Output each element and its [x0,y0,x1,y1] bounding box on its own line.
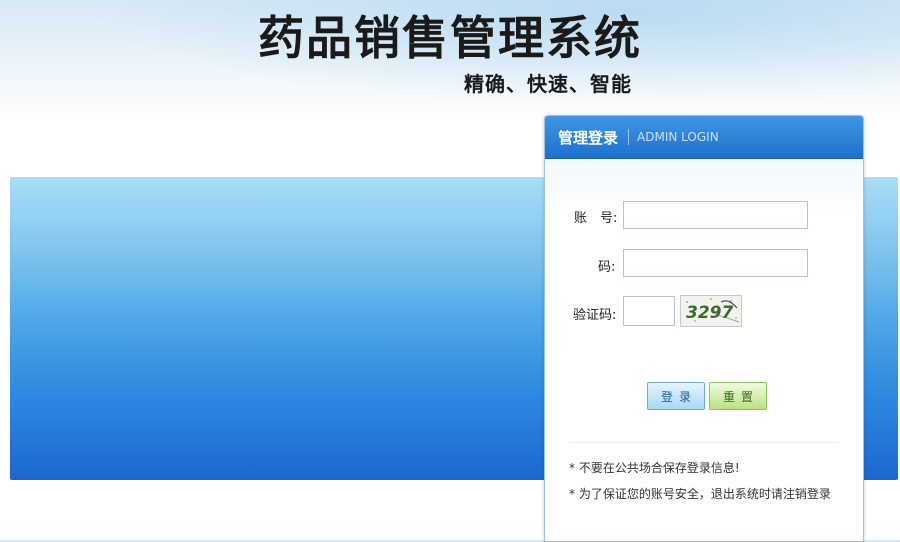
captcha-label: 验证码: [573,308,617,323]
login-button[interactable]: 登录 [647,382,705,410]
security-note: * 为了保证您的账号安全，退出系统时请注销登录 [569,487,831,501]
header-divider [628,129,630,145]
login-form: 账 号: 码: 验证码: 3297 登录 重置 * 不要在公共场合保存登录信息!… [545,159,863,541]
password-label: 码: [598,260,616,275]
security-note: * 不要在公共场合保存登录信息! [569,461,740,475]
account-input[interactable] [623,201,808,229]
reset-button[interactable]: 重置 [709,382,767,410]
app-title: 药品销售管理系统 [258,11,642,65]
app-slogan: 精确、快速、智能 [464,72,632,96]
password-input[interactable] [623,249,808,277]
account-label: 账 号: [574,211,618,226]
login-panel: 管理登录 ADMIN LOGIN 账 号: 码: 验证码: 3297 登录 重置 [544,115,864,542]
login-panel-subtitle: ADMIN LOGIN [637,130,719,144]
captcha-input[interactable] [623,296,675,326]
captcha-image[interactable]: 3297 [680,295,742,327]
login-panel-header: 管理登录 ADMIN LOGIN [545,116,863,159]
login-panel-title: 管理登录 [558,128,619,147]
form-divider [569,442,839,443]
captcha-text: 3297 [686,303,733,323]
